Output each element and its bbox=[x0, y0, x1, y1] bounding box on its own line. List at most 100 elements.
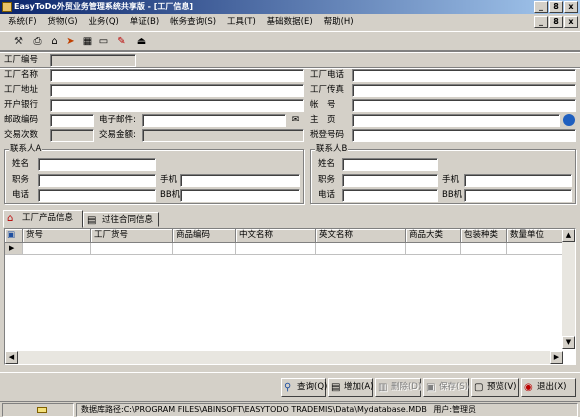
contact-b-mobile-field[interactable] bbox=[464, 174, 572, 187]
add-button[interactable]: ▤ 增加(A) bbox=[328, 378, 373, 397]
globe-icon[interactable] bbox=[563, 114, 575, 126]
status-indicator-panel bbox=[2, 403, 74, 417]
delete-button[interactable]: ▥ 删除(D) bbox=[375, 378, 421, 397]
menu-business[interactable]: 业务(Q) bbox=[85, 14, 123, 30]
menu-documents[interactable]: 单证(B) bbox=[126, 14, 163, 30]
factory-fax-field[interactable] bbox=[352, 84, 576, 97]
save-icon: ▣ bbox=[426, 382, 436, 393]
contact-a-bb-label: BB机 bbox=[160, 190, 181, 200]
horizontal-scrollbar[interactable]: ◀ ▶ bbox=[5, 351, 563, 364]
account-field[interactable] bbox=[352, 99, 576, 112]
mdi-maximize-button[interactable]: 8 bbox=[549, 16, 563, 28]
tools-icon[interactable]: ⚒ bbox=[12, 35, 25, 48]
col-header-chinese-name[interactable]: 中文名称 bbox=[236, 229, 316, 243]
tab-label: 工厂产品信息 bbox=[22, 213, 74, 223]
col-header-factory-item-no[interactable]: 工厂货号 bbox=[91, 229, 173, 243]
homepage-label: 主 页 bbox=[310, 115, 336, 125]
homepage-field[interactable] bbox=[352, 114, 560, 127]
scroll-left-icon[interactable]: ◀ bbox=[5, 351, 18, 364]
table-cell[interactable] bbox=[23, 243, 91, 255]
menu-base-data[interactable]: 基础数据(E) bbox=[263, 14, 317, 30]
factory-no-field[interactable] bbox=[50, 54, 136, 67]
menu-tools[interactable]: 工具(T) bbox=[223, 14, 260, 30]
maximize-button[interactable]: 8 bbox=[549, 1, 563, 13]
contact-b-name-field[interactable] bbox=[342, 158, 438, 171]
factory-phone-label: 工厂电话 bbox=[310, 70, 345, 80]
print-icon[interactable]: ⎙ bbox=[31, 35, 44, 48]
contact-b-phone-label: 电话 bbox=[318, 190, 336, 200]
printer-icon[interactable]: ⌂ bbox=[48, 35, 61, 48]
menu-goods[interactable]: 货物(G) bbox=[43, 14, 81, 30]
col-header-item-no[interactable]: 货号 bbox=[23, 229, 91, 243]
export-icon[interactable]: ➤ bbox=[64, 35, 77, 48]
col-header-product-code[interactable]: 商品编码 bbox=[173, 229, 236, 243]
table-cell[interactable] bbox=[91, 243, 173, 255]
contact-a-phone-field[interactable] bbox=[38, 189, 156, 202]
contact-a-position-field[interactable] bbox=[38, 174, 156, 187]
tab-past-contracts[interactable]: ▤ 过往合同信息 bbox=[83, 212, 159, 227]
zip-field[interactable] bbox=[50, 114, 94, 127]
preview-button[interactable]: ▢ 预览(V) bbox=[471, 378, 519, 397]
tab-factory-products[interactable]: ⌂ 工厂产品信息 bbox=[3, 210, 83, 228]
bank-field[interactable] bbox=[50, 99, 304, 112]
contact-a-mobile-field[interactable] bbox=[180, 174, 300, 187]
tax-no-field[interactable] bbox=[352, 129, 576, 142]
mail-icon[interactable]: ✉ bbox=[289, 114, 302, 126]
contact-a-title: 联系人A bbox=[9, 143, 43, 155]
scroll-right-icon[interactable]: ▶ bbox=[550, 351, 563, 364]
tab-strip: ⌂ 工厂产品信息 ▤ 过往合同信息 bbox=[0, 210, 580, 228]
notes-icon[interactable]: ✎ bbox=[115, 35, 128, 48]
exit-icon: ◉ bbox=[524, 382, 533, 393]
scroll-down-icon[interactable]: ▼ bbox=[562, 336, 575, 349]
menu-account-query[interactable]: 帐务查询(S) bbox=[166, 14, 220, 30]
col-header-category[interactable]: 商品大类 bbox=[406, 229, 461, 243]
exit-icon[interactable]: ⏏ bbox=[135, 35, 148, 48]
close-button[interactable]: x bbox=[564, 1, 578, 13]
mdi-close-button[interactable]: x bbox=[564, 16, 578, 28]
contact-b-bb-label: BB机 bbox=[442, 190, 463, 200]
exit-button[interactable]: ◉ 退出(X) bbox=[521, 378, 576, 397]
table-cell[interactable] bbox=[173, 243, 236, 255]
scroll-up-icon[interactable]: ▲ bbox=[562, 229, 575, 242]
db-path-text: 数据库路径:C:\PROGRAM FILES\ABINSOFT\EASYTODO… bbox=[81, 405, 427, 414]
contact-a-name-label: 姓名 bbox=[12, 159, 30, 169]
delete-icon: ▥ bbox=[378, 382, 388, 393]
factory-phone-field[interactable] bbox=[352, 69, 576, 82]
query-button[interactable]: ⚲ 查询(Q) bbox=[281, 378, 327, 397]
mdi-minimize-button[interactable]: _ bbox=[534, 16, 548, 28]
contact-a-mobile-label: 手机 bbox=[160, 175, 178, 185]
table-cell[interactable] bbox=[236, 243, 316, 255]
table-cell[interactable] bbox=[507, 243, 563, 255]
contact-a-name-field[interactable] bbox=[38, 158, 156, 171]
minimize-button[interactable]: _ bbox=[534, 1, 548, 13]
delete-label: 删除(D) bbox=[391, 382, 422, 392]
table-cell[interactable] bbox=[316, 243, 406, 255]
row-indicator: ▶ bbox=[5, 243, 23, 255]
contact-b-position-field[interactable] bbox=[342, 174, 438, 187]
table-cell[interactable] bbox=[406, 243, 461, 255]
contact-b-phone-field[interactable] bbox=[342, 189, 438, 202]
calculator-icon[interactable]: ▦ bbox=[81, 35, 94, 48]
grid-corner: ▣ bbox=[5, 229, 23, 243]
col-header-english-name[interactable]: 英文名称 bbox=[316, 229, 406, 243]
contact-a-bb-field[interactable] bbox=[180, 189, 300, 202]
table-cell[interactable] bbox=[461, 243, 507, 255]
email-field[interactable] bbox=[142, 114, 286, 127]
status-light-icon bbox=[37, 407, 47, 413]
menu-bar: 系统(F) 货物(G) 业务(Q) 单证(B) 帐务查询(S) 工具(T) 基础… bbox=[0, 14, 580, 30]
contact-b-bb-field[interactable] bbox=[464, 189, 572, 202]
products-grid[interactable]: ▣ 货号 工厂货号 商品编码 中文名称 英文名称 商品大类 包装种类 数量单位 … bbox=[4, 228, 576, 365]
menu-system[interactable]: 系统(F) bbox=[4, 14, 41, 30]
contact-b-title: 联系人B bbox=[315, 143, 349, 155]
divider bbox=[0, 51, 580, 53]
email-label: 电子邮件: bbox=[99, 115, 136, 125]
window-icon[interactable]: ▭ bbox=[97, 35, 110, 48]
factory-name-field[interactable] bbox=[50, 69, 304, 82]
vertical-scrollbar[interactable]: ▲ ▼ bbox=[562, 229, 575, 349]
col-header-unit[interactable]: 数量单位 bbox=[507, 229, 563, 243]
menu-help[interactable]: 帮助(H) bbox=[320, 14, 358, 30]
factory-address-field[interactable] bbox=[50, 84, 304, 97]
preview-icon: ▢ bbox=[474, 382, 484, 393]
save-button[interactable]: ▣ 保存(S) bbox=[423, 378, 469, 397]
col-header-package-type[interactable]: 包装种类 bbox=[461, 229, 507, 243]
